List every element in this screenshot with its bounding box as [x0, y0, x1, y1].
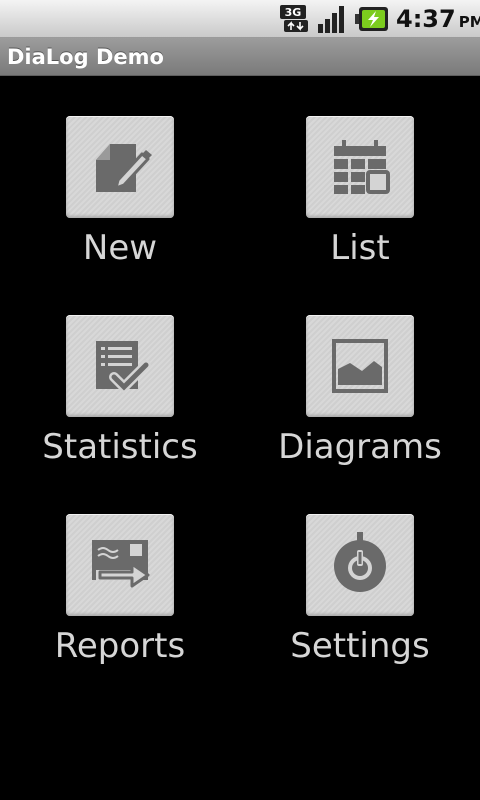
- new-button[interactable]: [66, 116, 174, 218]
- list-button[interactable]: [306, 116, 414, 218]
- menu-item-list[interactable]: List: [240, 76, 480, 275]
- picture-icon: [332, 339, 388, 393]
- calendar-icon: [334, 140, 390, 194]
- status-clock: 4:37 PM: [396, 4, 480, 34]
- status-ampm: PM: [458, 13, 480, 31]
- menu-item-label: List: [330, 228, 390, 268]
- status-bar: 3G 4:37 PM: [0, 0, 480, 38]
- menu-item-label: New: [82, 228, 158, 268]
- battery-charging-icon: [354, 4, 390, 34]
- menu-item-statistics[interactable]: Statistics: [0, 275, 240, 474]
- network-type-text: 3G: [285, 6, 302, 19]
- power-knob-icon: [334, 532, 386, 592]
- menu-item-reports[interactable]: Reports: [0, 474, 240, 673]
- menu-item-settings[interactable]: Settings: [240, 474, 480, 673]
- status-time: 4:37: [396, 5, 456, 33]
- menu-item-new[interactable]: New: [0, 76, 240, 275]
- reports-button[interactable]: [66, 514, 174, 616]
- settings-button[interactable]: [306, 514, 414, 616]
- network-3g-icon: 3G: [278, 4, 312, 34]
- menu-item-label: Settings: [290, 626, 430, 666]
- edit-note-icon: [96, 144, 152, 192]
- app-title: DiaLog Demo: [7, 45, 164, 69]
- checklist-icon: [96, 341, 151, 395]
- send-report-icon: [92, 540, 150, 588]
- diagrams-button[interactable]: [306, 315, 414, 417]
- statistics-button[interactable]: [66, 315, 174, 417]
- menu-item-diagrams[interactable]: Diagrams: [240, 275, 480, 474]
- title-bar: DiaLog Demo: [0, 38, 480, 76]
- menu-item-label: Diagrams: [278, 427, 442, 467]
- signal-strength-icon: [316, 4, 350, 34]
- menu-item-label: Reports: [54, 626, 186, 666]
- menu-item-label: Statistics: [42, 427, 198, 467]
